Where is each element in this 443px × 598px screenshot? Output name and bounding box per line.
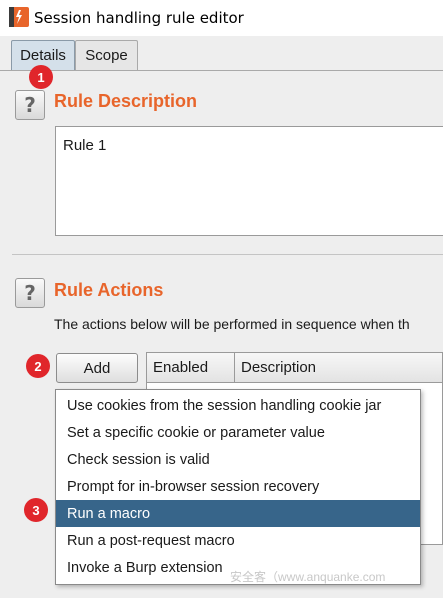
menu-item-use-cookies[interactable]: Use cookies from the session handling co… (56, 392, 420, 419)
section-divider (12, 254, 443, 255)
menu-item-run-macro[interactable]: Run a macro (56, 500, 420, 527)
watermark: 安全客（www.anquanke.com (230, 570, 386, 584)
title-bar: Session handling rule editor (0, 0, 443, 36)
window-title: Session handling rule editor (34, 9, 244, 27)
menu-item-check-session-valid[interactable]: Check session is valid (56, 446, 420, 473)
actions-table-header: Enabled Description (147, 353, 442, 383)
menu-item-run-post-request-macro[interactable]: Run a post-request macro (56, 527, 420, 554)
rule-actions-description: The actions below will be performed in s… (54, 316, 410, 332)
column-header-description[interactable]: Description (235, 353, 316, 382)
rule-description-heading: Rule Description (54, 91, 198, 111)
rule-actions-help-button[interactable]: ? (15, 278, 45, 308)
annotation-badge-1: 1 (29, 65, 53, 89)
burp-logo-icon (9, 7, 29, 27)
rule-description-text: Rule 1 (63, 137, 107, 154)
rule-description-input[interactable]: Rule 1 (55, 126, 443, 236)
add-action-menu: Use cookies from the session handling co… (55, 389, 421, 585)
menu-item-set-cookie-parameter[interactable]: Set a specific cookie or parameter value (56, 419, 420, 446)
annotation-badge-3: 3 (24, 498, 48, 522)
menu-item-prompt-session-recovery[interactable]: Prompt for in-browser session recovery (56, 473, 420, 500)
column-header-enabled[interactable]: Enabled (147, 353, 235, 382)
rule-actions-heading: Rule Actions (54, 280, 164, 300)
add-action-button[interactable]: Add (56, 353, 138, 383)
help-icon: ? (24, 281, 36, 305)
tab-scope[interactable]: Scope (75, 40, 138, 70)
help-icon: ? (24, 93, 36, 117)
tab-strip: Details Scope (0, 36, 443, 70)
rule-description-help-button[interactable]: ? (15, 90, 45, 120)
annotation-badge-2: 2 (26, 354, 50, 378)
